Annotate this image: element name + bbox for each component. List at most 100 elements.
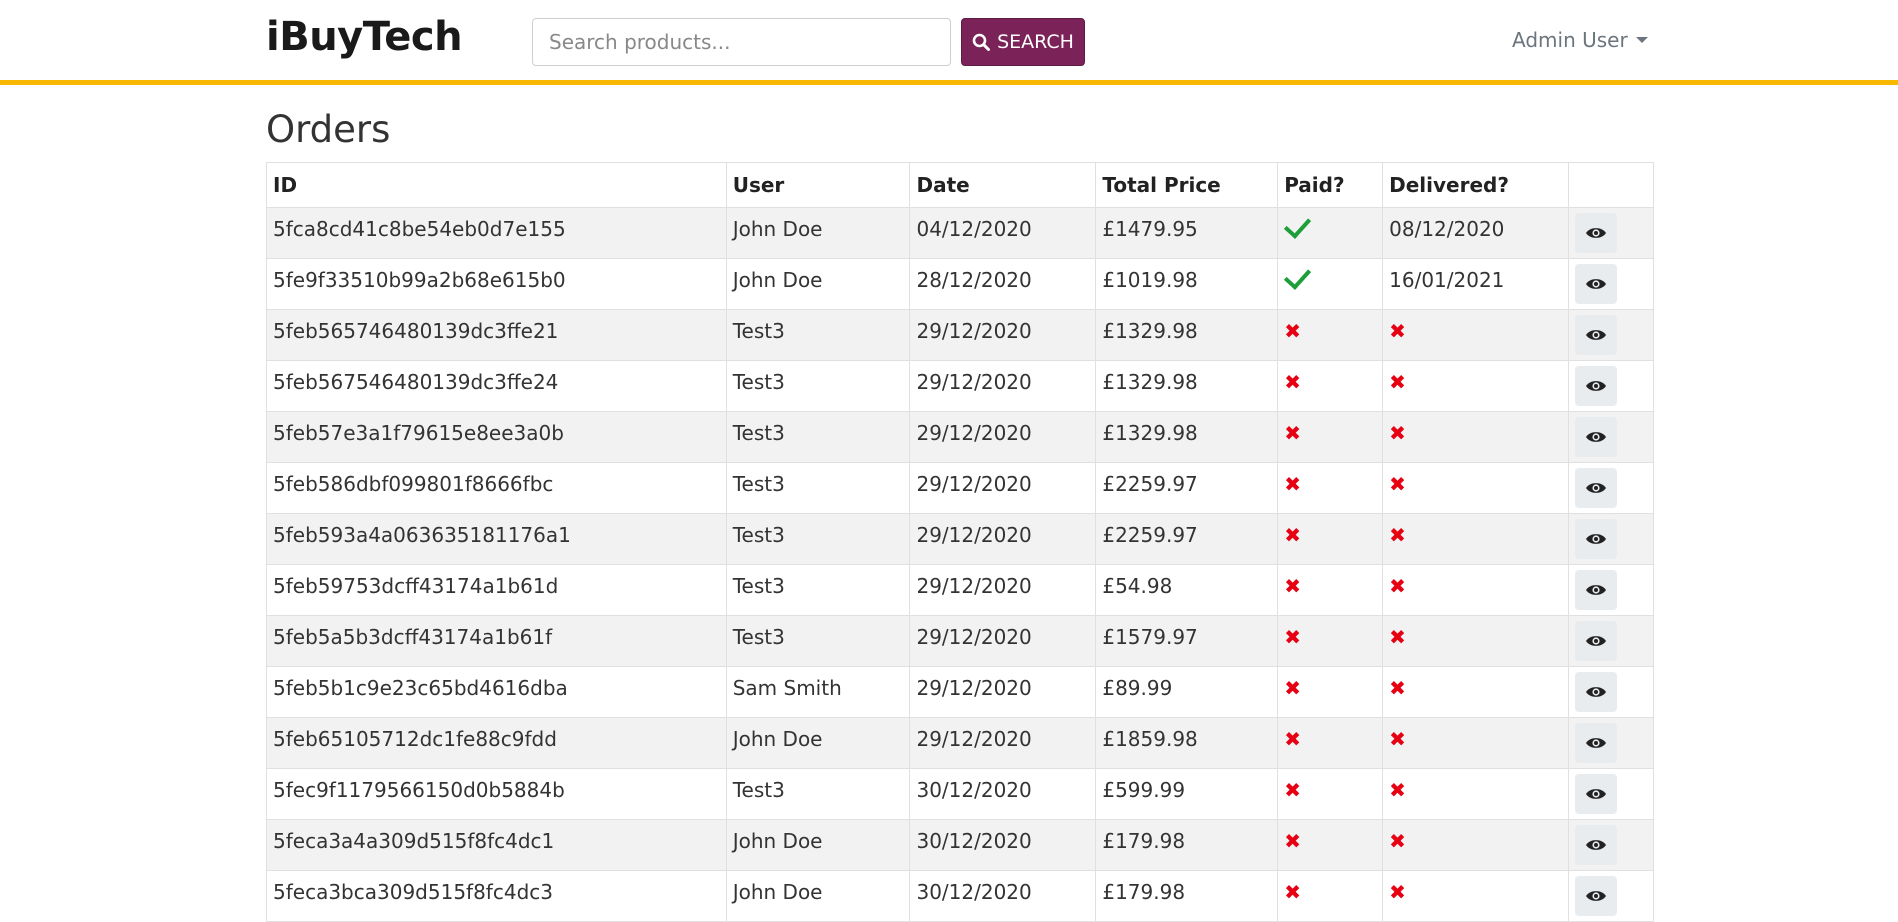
view-order-button[interactable] [1575, 621, 1618, 661]
user-menu-label: Admin User [1512, 28, 1628, 52]
order-paid-status: ✖ [1277, 411, 1384, 463]
cross-icon: ✖ [1389, 727, 1406, 751]
order-id: 5feb59753dcff43174a1b61d [266, 564, 727, 616]
order-paid-status [1277, 207, 1384, 259]
eye-icon [1586, 585, 1607, 595]
order-delivered-status: ✖ [1382, 615, 1570, 667]
table-row: 5fca8cd41c8be54eb0d7e155 John Doe 04/12/20… [266, 207, 1654, 259]
order-total: £179.98 [1095, 870, 1279, 922]
order-paid-status: ✖ [1277, 615, 1384, 667]
col-header-total-price: Total Price [1095, 162, 1279, 208]
view-order-button[interactable] [1575, 315, 1618, 355]
cross-icon: ✖ [1389, 574, 1406, 598]
cross-icon: ✖ [1284, 880, 1301, 904]
order-total: £2259.97 [1095, 462, 1279, 514]
order-user: Test3 [725, 615, 911, 667]
eye-icon [1586, 840, 1607, 850]
order-user: John Doe [725, 819, 911, 871]
order-user: Test3 [725, 411, 911, 463]
cross-icon: ✖ [1284, 319, 1301, 343]
order-delivered-status: ✖ [1382, 309, 1570, 361]
order-delivered-status: ✖ [1382, 819, 1570, 871]
eye-icon [1586, 789, 1607, 799]
order-id: 5feb586dbf099801f8666fbc [266, 462, 727, 514]
order-id: 5feb565746480139dc3ffe21 [266, 309, 727, 361]
view-order-button[interactable] [1575, 825, 1618, 865]
order-actions [1568, 309, 1654, 361]
order-paid-status: ✖ [1277, 462, 1384, 514]
order-user: John Doe [725, 870, 911, 922]
cross-icon: ✖ [1284, 676, 1301, 700]
view-order-button[interactable] [1575, 519, 1618, 559]
order-total: £1329.98 [1095, 309, 1279, 361]
table-row: 5fe9f33510b99a2b68e615b0 John Doe 28/12/20… [266, 258, 1654, 310]
cross-icon: ✖ [1284, 829, 1301, 853]
view-order-button[interactable] [1575, 213, 1618, 253]
view-order-button[interactable] [1575, 876, 1618, 916]
order-delivered-status: ✖ [1382, 462, 1570, 514]
eye-icon [1586, 330, 1607, 340]
search-icon [972, 33, 991, 51]
cross-icon: ✖ [1389, 625, 1406, 649]
caret-down-icon [1635, 37, 1648, 43]
order-id: 5fca8cd41c8be54eb0d7e155 [266, 207, 727, 259]
view-order-button[interactable] [1575, 417, 1618, 457]
cross-icon: ✖ [1389, 829, 1406, 853]
order-user: John Doe [725, 258, 911, 310]
order-date: 29/12/2020 [909, 411, 1097, 463]
view-order-button[interactable] [1575, 366, 1618, 406]
order-user: Sam Smith [725, 666, 911, 718]
order-actions [1568, 564, 1654, 616]
table-row: 5feb5b1c9e23c65bd4616dba Sam Smith 29/12/2… [266, 666, 1654, 718]
order-id: 5feca3bca309d515f8fc4dc3 [266, 870, 727, 922]
cross-icon: ✖ [1284, 574, 1301, 598]
table-row: 5feb593a4a063635181176a1 Test3 29/12/2020 £… [266, 513, 1654, 565]
order-id: 5feb567546480139dc3ffe24 [266, 360, 727, 412]
cross-icon: ✖ [1389, 472, 1406, 496]
check-icon [1284, 262, 1312, 290]
order-delivered-status: ✖ [1382, 768, 1570, 820]
order-actions [1568, 615, 1654, 667]
eye-icon [1586, 738, 1607, 748]
order-paid-status: ✖ [1277, 360, 1384, 412]
order-delivered-status: ✖ [1382, 411, 1570, 463]
order-id: 5feb5a5b3dcff43174a1b61f [266, 615, 727, 667]
view-order-button[interactable] [1575, 468, 1618, 508]
order-date: 29/12/2020 [909, 462, 1097, 514]
view-order-button[interactable] [1575, 264, 1618, 304]
order-paid-status: ✖ [1277, 768, 1384, 820]
table-row: 5feb586dbf099801f8666fbc Test3 29/12/2020 £… [266, 462, 1654, 514]
order-total: £1579.97 [1095, 615, 1279, 667]
user-menu[interactable]: Admin User [1512, 28, 1648, 52]
table-row: 5feb5a5b3dcff43174a1b61f Test3 29/12/2020 £… [266, 615, 1654, 667]
eye-icon [1586, 483, 1607, 493]
table-row: 5feb59753dcff43174a1b61d Test3 29/12/2020 £… [266, 564, 1654, 616]
eye-icon [1586, 432, 1607, 442]
brand-logo[interactable]: iBuyTech [266, 14, 463, 60]
cross-icon: ✖ [1389, 421, 1406, 445]
view-order-button[interactable] [1575, 723, 1618, 763]
eye-icon [1586, 687, 1607, 697]
order-date: 29/12/2020 [909, 360, 1097, 412]
order-actions [1568, 819, 1654, 871]
order-total: £1329.98 [1095, 360, 1279, 412]
order-date: 29/12/2020 [909, 564, 1097, 616]
order-paid-status: ✖ [1277, 819, 1384, 871]
order-delivered-status: ✖ [1382, 360, 1570, 412]
cross-icon: ✖ [1284, 472, 1301, 496]
cross-icon: ✖ [1284, 370, 1301, 394]
order-paid-status: ✖ [1277, 666, 1384, 718]
order-date: 29/12/2020 [909, 717, 1097, 769]
order-total: £54.98 [1095, 564, 1279, 616]
view-order-button[interactable] [1575, 774, 1618, 814]
search-button[interactable]: SEARCH [961, 18, 1085, 66]
order-actions [1568, 666, 1654, 718]
table-row: 5feca3bca309d515f8fc4dc3 John Doe 30/12/20… [266, 870, 1654, 922]
view-order-button[interactable] [1575, 672, 1618, 712]
order-user: Test3 [725, 462, 911, 514]
order-user: Test3 [725, 768, 911, 820]
view-order-button[interactable] [1575, 570, 1618, 610]
order-actions [1568, 462, 1654, 514]
search-input[interactable] [532, 18, 951, 66]
order-date: 28/12/2020 [909, 258, 1097, 310]
